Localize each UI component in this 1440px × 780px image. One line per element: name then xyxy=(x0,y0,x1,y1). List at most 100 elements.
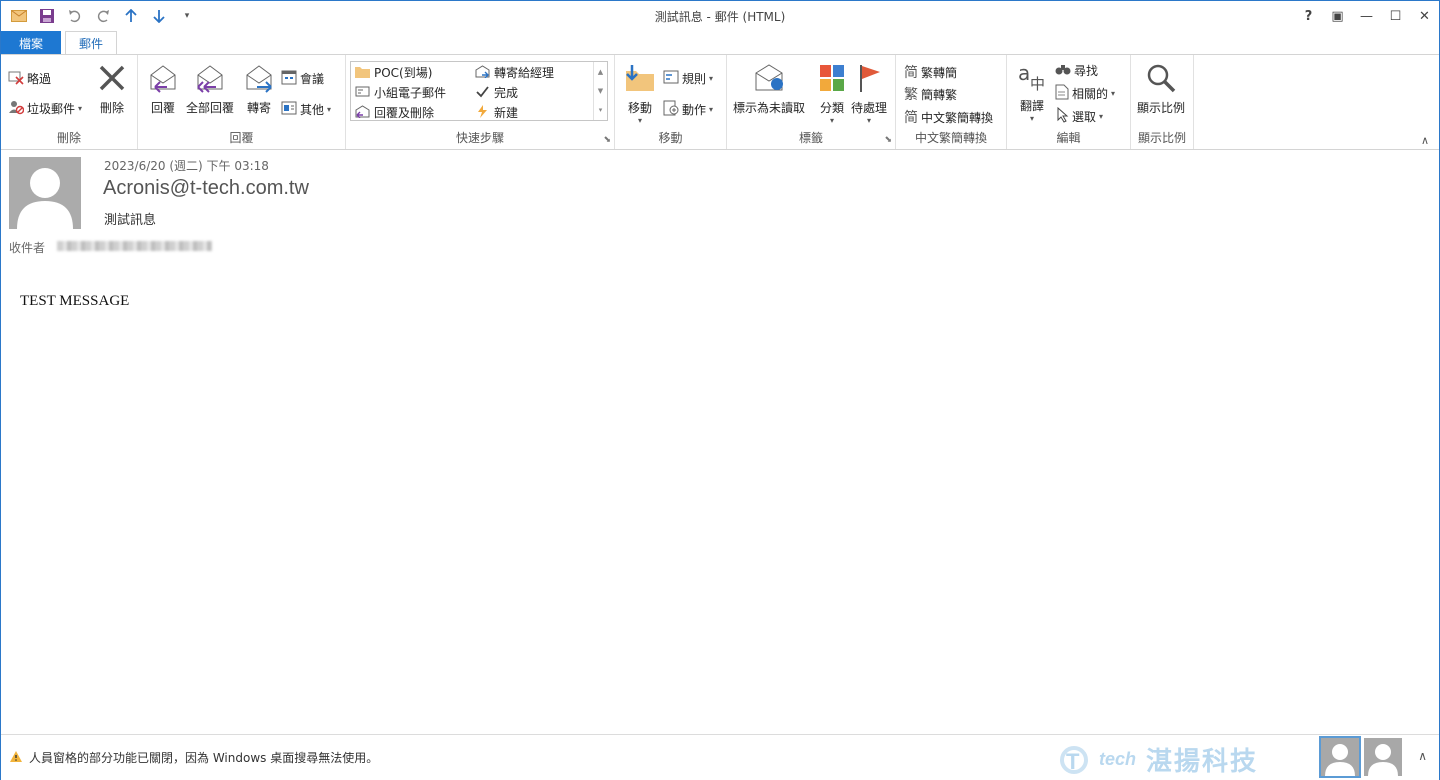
junk-button[interactable]: 垃圾郵件 ▾ xyxy=(8,99,82,118)
forward-mail-icon xyxy=(475,64,490,81)
group-label: 回覆 xyxy=(229,131,254,145)
quickstep-team-email[interactable]: 小組電子郵件 xyxy=(355,84,446,101)
meeting-calendar-icon xyxy=(281,69,297,88)
tab-mail[interactable]: 郵件 xyxy=(65,31,117,55)
move-folder-icon xyxy=(623,61,657,95)
categorize-button[interactable]: 分類 ▾ xyxy=(815,61,849,125)
minimize-button[interactable]: — xyxy=(1352,1,1381,31)
convert-char-icon: 简 xyxy=(904,110,918,126)
group-label: 快速步驟 xyxy=(455,131,504,145)
svg-text:中: 中 xyxy=(1030,75,1045,92)
message-body: TEST MESSAGE xyxy=(20,293,130,309)
window-controls: ? ▣ — ☐ ✕ xyxy=(1294,1,1439,31)
people-pane-avatars xyxy=(1319,736,1402,778)
categorize-tiles-icon xyxy=(815,61,849,95)
svg-text:T: T xyxy=(1066,749,1080,774)
reply-all-icon xyxy=(193,61,227,95)
title-bar: ▾ 測試訊息 - 郵件 (HTML) ? ▣ — ☐ ✕ xyxy=(1,1,1439,31)
quickstep-to-manager[interactable]: 轉寄給經理 xyxy=(475,64,554,81)
message-date: 2023/6/20 (週二) 下午 03:18 xyxy=(104,159,269,173)
collapse-ribbon-icon[interactable]: ∧ xyxy=(1421,134,1429,147)
quicksteps-gallery: POC(到場) 轉寄給經理 小組電子郵件 完成 回覆及刪除 新建 ▲ ▼ ▾ xyxy=(350,61,608,121)
window-title: 測試訊息 - 郵件 (HTML) xyxy=(654,10,786,24)
expand-people-pane-icon[interactable]: ∧ xyxy=(1418,749,1427,763)
group-zoom: 顯示比例 顯示比例 xyxy=(1131,55,1194,149)
group-label: 編輯 xyxy=(1056,131,1081,145)
lightning-icon xyxy=(475,104,490,121)
delete-x-icon xyxy=(95,61,129,95)
actions-button[interactable]: 動作 ▾ xyxy=(663,100,713,119)
sender-avatar xyxy=(9,157,81,229)
to-simplified-button[interactable]: 简 繁轉簡 xyxy=(904,62,957,82)
delete-button[interactable]: 刪除 xyxy=(95,61,129,116)
magnifier-icon xyxy=(1144,61,1178,95)
reply-button[interactable]: 回覆 xyxy=(146,61,180,116)
ribbon-display-button[interactable]: ▣ xyxy=(1323,1,1352,31)
maximize-button[interactable]: ☐ xyxy=(1381,1,1410,31)
junk-icon xyxy=(8,99,25,118)
translate-icon: a中 xyxy=(1015,59,1049,93)
cursor-arrow-icon xyxy=(1055,106,1069,126)
to-traditional-button[interactable]: 繁 簡轉繁 xyxy=(904,84,957,104)
ignore-button[interactable]: 略過 xyxy=(8,69,51,88)
tab-file[interactable]: 檔案 xyxy=(1,31,61,55)
group-editing: a中 翻譯 ▾ 尋找 相關的 ▾ 選取 ▾ 編輯 xyxy=(1007,55,1131,149)
person-avatar[interactable] xyxy=(1319,736,1361,778)
find-button[interactable]: 尋找 xyxy=(1055,62,1098,79)
reply-all-button[interactable]: 全部回覆 xyxy=(186,61,234,116)
ribbon-tabs: 檔案 郵件 xyxy=(1,31,1439,55)
forward-button[interactable]: 轉寄 xyxy=(242,61,276,116)
actions-icon xyxy=(663,100,679,119)
related-doc-icon xyxy=(1055,84,1069,103)
people-pane-warning: 人員窗格的部分功能已關閉，因為 Windows 桌面搜尋無法使用。 xyxy=(9,749,378,766)
dialog-launcher-icon[interactable]: ⬊ xyxy=(603,135,611,145)
reply-delete-icon xyxy=(355,104,370,121)
mark-unread-icon xyxy=(752,61,786,95)
quickstep-poc[interactable]: POC(到場) xyxy=(355,64,432,81)
related-button[interactable]: 相關的 ▾ xyxy=(1055,84,1115,103)
mark-unread-button[interactable]: 標示為未讀取 xyxy=(733,61,805,116)
message-subject: 測試訊息 xyxy=(104,213,157,228)
more-respond-icon xyxy=(281,100,297,119)
to-label: 收件者 xyxy=(9,241,46,255)
rules-button[interactable]: 規則 ▾ xyxy=(663,69,713,88)
move-button[interactable]: 移動 ▾ xyxy=(623,61,657,125)
quicksteps-scrollbar[interactable]: ▲ ▼ ▾ xyxy=(593,62,607,120)
binoculars-icon xyxy=(1055,62,1071,79)
group-tags: 標示為未讀取 分類 ▾ 待處理 ▾ 標籤 ⬊ xyxy=(727,55,896,149)
close-button[interactable]: ✕ xyxy=(1410,1,1439,31)
group-label: 標籤 xyxy=(798,131,823,145)
folder-icon xyxy=(355,65,370,81)
quickstep-new[interactable]: 新建 xyxy=(475,104,518,121)
group-label: 中文繁簡轉換 xyxy=(914,131,987,145)
quickstep-reply-delete[interactable]: 回覆及刪除 xyxy=(355,104,434,121)
simplified-char-icon: 简 xyxy=(904,65,918,81)
more-respond-button[interactable]: 其他 ▾ xyxy=(281,100,331,119)
recipient-blurred xyxy=(57,241,212,251)
chinese-convert-button[interactable]: 简 中文繁簡轉換 xyxy=(904,107,993,127)
forward-icon xyxy=(242,61,276,95)
translate-button[interactable]: a中 翻譯 ▾ xyxy=(1015,59,1049,123)
meeting-button[interactable]: 會議 xyxy=(281,69,324,88)
group-label: 顯示比例 xyxy=(1137,131,1186,145)
quickstep-done[interactable]: 完成 xyxy=(475,84,518,101)
outlook-window: ▾ 測試訊息 - 郵件 (HTML) ? ▣ — ☐ ✕ 檔案 郵件 略過 垃圾… xyxy=(0,0,1440,780)
watermark-t-logo-icon: T xyxy=(1060,745,1088,774)
ignore-icon xyxy=(8,69,24,88)
group-label: 移動 xyxy=(658,131,683,145)
help-button[interactable]: ? xyxy=(1294,1,1323,31)
dialog-launcher-icon[interactable]: ⬊ xyxy=(884,135,892,145)
flag-icon xyxy=(852,61,886,95)
select-button[interactable]: 選取 ▾ xyxy=(1055,106,1103,126)
svg-text:a: a xyxy=(1018,61,1030,85)
ribbon: 略過 垃圾郵件 ▾ 刪除 刪除 回覆 全部回覆 轉寄 會議 其他 ▾ 回覆 快速… xyxy=(1,54,1439,150)
person-avatar[interactable] xyxy=(1364,738,1402,776)
message-sender[interactable]: Acronis@t-tech.com.tw xyxy=(103,177,309,200)
warning-icon xyxy=(9,750,23,766)
team-email-icon xyxy=(355,85,370,101)
zoom-button[interactable]: 顯示比例 xyxy=(1137,61,1185,116)
group-delete: 略過 垃圾郵件 ▾ 刪除 刪除 xyxy=(1,55,138,149)
traditional-char-icon: 繁 xyxy=(904,87,918,103)
followup-button[interactable]: 待處理 ▾ xyxy=(851,61,887,125)
group-chinese-conversion: 简 繁轉簡 繁 簡轉繁 简 中文繁簡轉換 中文繁簡轉換 xyxy=(896,55,1007,149)
